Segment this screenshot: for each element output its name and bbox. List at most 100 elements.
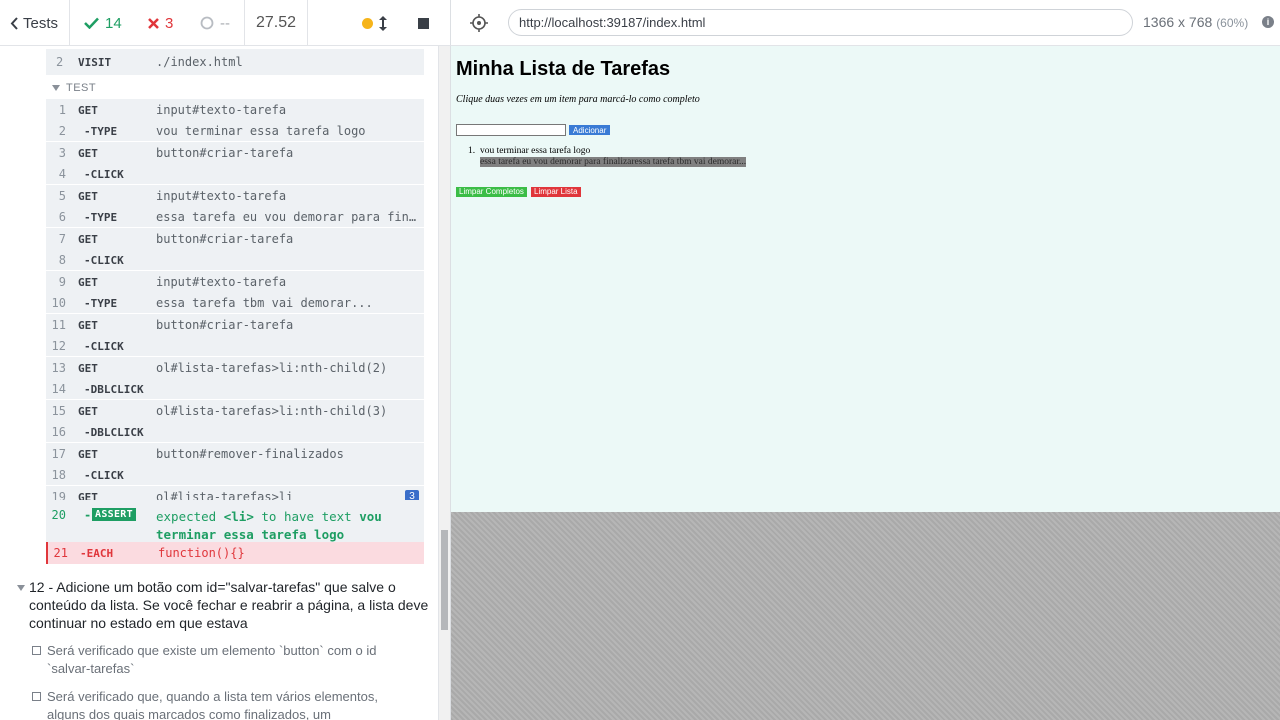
clear-completed-button[interactable]: Limpar Completos — [456, 187, 527, 197]
command-row[interactable]: 13 GET ol#lista-tarefas>li:nth-child(2) — [46, 356, 424, 379]
command-row[interactable]: 15 GET ol#lista-tarefas>li:nth-child(3) — [46, 399, 424, 422]
command-number: 16 — [51, 425, 66, 439]
command-row[interactable]: 2 -TYPE vou terminar essa tarefa logo — [46, 120, 424, 143]
tests-back-button[interactable]: Tests — [0, 0, 70, 46]
chevron-left-icon — [10, 16, 18, 30]
command-number: 9 — [58, 275, 66, 289]
command-arg: essa tarefa tbm vai demorar... — [156, 296, 373, 310]
command-number: 7 — [58, 232, 66, 246]
command-arg: button#criar-tarefa — [156, 318, 294, 332]
pending-number: -- — [220, 14, 230, 32]
command-number: 2 — [56, 55, 64, 69]
command-name: -CLICK — [84, 340, 124, 353]
assert-label: ASSERT — [92, 508, 136, 521]
command-arg: ./index.html — [156, 55, 243, 69]
passed-number: 14 — [105, 14, 122, 32]
command-row[interactable]: 6 -TYPE essa tarefa eu vou demorar para fi… — [46, 206, 424, 229]
clear-list-button[interactable]: Limpar Lista — [531, 187, 581, 197]
command-name: GET — [78, 448, 98, 461]
command-name: -EACH — [80, 547, 114, 560]
assert-message: expected <li> to have text vou terminar … — [156, 508, 421, 544]
command-row[interactable]: 2 VISIT ./index.html — [46, 49, 424, 75]
command-row[interactable]: 9 GET input#texto-tarefa — [46, 270, 424, 293]
command-number: 20 — [51, 508, 66, 522]
command-row[interactable]: 17 GET button#remover-finalizados — [46, 442, 424, 465]
command-number: 4 — [58, 167, 66, 181]
tests-label: Tests — [23, 14, 59, 32]
task-text: essa tarefa eu vou demorar para finaliza… — [480, 157, 747, 167]
page-subtitle: Clique duas vezes em um item para marcá-… — [456, 94, 700, 105]
check-item: Será verificado que, quando a lista tem … — [32, 688, 412, 720]
command-row[interactable]: 5 GET input#texto-tarefa — [46, 184, 424, 207]
url-bar[interactable]: http://localhost:39187/index.html — [508, 9, 1133, 36]
command-number: 21 — [53, 546, 68, 560]
task-item-completed[interactable]: essa tarefa eu vou demorar para finaliza… — [468, 157, 747, 168]
command-name: -TYPE — [84, 211, 118, 224]
viewport-dimensions: 1366 x 768 — [1143, 14, 1213, 30]
command-name: VISIT — [78, 56, 112, 69]
scrollbar-thumb[interactable] — [441, 530, 448, 630]
check-icon — [84, 17, 99, 29]
task-text-input[interactable] — [456, 124, 566, 136]
failed-command-row[interactable]: 21 -EACH function(){} — [46, 542, 424, 564]
spinner-icon — [200, 16, 214, 30]
command-row[interactable]: 14 -DBLCLICK — [46, 378, 424, 401]
assert-tag: <li> — [223, 509, 254, 524]
status-dot-icon — [362, 0, 373, 46]
test-label: TEST — [66, 82, 97, 94]
failed-count: 3 — [148, 0, 173, 46]
command-name: -CLICK — [84, 168, 124, 181]
command-arg: function(){} — [158, 546, 245, 560]
command-row[interactable]: 12 -CLICK — [46, 335, 424, 358]
passed-count: 14 — [84, 0, 122, 46]
assert-middle: to have text — [261, 509, 352, 524]
page-title: Minha Lista de Tarefas — [456, 58, 671, 80]
command-row[interactable]: 8 -CLICK — [46, 249, 424, 272]
command-number: 1 — [58, 103, 66, 117]
command-name: -DBLCLICK — [84, 426, 144, 439]
command-number: 18 — [51, 468, 66, 482]
vertical-arrows-icon — [379, 15, 387, 31]
suite-title[interactable]: 12 - Adicione um botão com id="salvar-ta… — [29, 578, 429, 632]
command-row[interactable]: 1 GET input#texto-tarefa — [46, 98, 424, 121]
reporter-header: Tests 14 3 -- 27.52 — [0, 0, 450, 46]
command-arg: button#criar-tarefa — [156, 232, 294, 246]
check-text: Será verificado que existe um elemento `… — [47, 643, 377, 676]
failed-number: 3 — [165, 14, 174, 32]
command-arg: input#texto-tarefa — [156, 275, 287, 289]
test-section-header[interactable]: TEST — [52, 82, 96, 94]
command-name: GET — [78, 362, 98, 375]
command-row[interactable]: 16 -DBLCLICK — [46, 421, 424, 444]
command-name: -DBLCLICK — [84, 383, 144, 396]
auto-scroll-toggle[interactable] — [379, 0, 387, 46]
command-name: -CLICK — [84, 254, 124, 267]
scrollbar[interactable] — [438, 46, 450, 720]
command-row[interactable]: 3 GET button#criar-tarefa — [46, 141, 424, 164]
command-name: GET — [78, 190, 98, 203]
command-arg: button#remover-finalizados — [156, 447, 344, 461]
command-arg: vou terminar essa tarefa logo — [156, 124, 366, 138]
dash: - — [84, 508, 92, 522]
selector-playground-button[interactable] — [469, 13, 489, 33]
caret-down-icon[interactable] — [17, 585, 25, 591]
info-icon[interactable]: i — [1262, 16, 1274, 28]
command-name: GET — [78, 147, 98, 160]
command-row[interactable]: 7 GET button#criar-tarefa — [46, 227, 424, 250]
command-number: 17 — [51, 447, 66, 461]
command-number: 15 — [51, 404, 66, 418]
command-list: 2 VISIT ./index.html TEST 1 GET input#text… — [0, 46, 438, 720]
stop-button[interactable] — [418, 0, 429, 46]
add-task-button[interactable]: Adicionar — [569, 125, 611, 135]
command-name: GET — [78, 405, 98, 418]
command-number: 11 — [51, 318, 66, 332]
assert-row[interactable]: 20 - ASSERT expected <li> to have text v… — [46, 500, 424, 542]
command-row[interactable]: 11 GET button#criar-tarefa — [46, 313, 424, 336]
command-log-panel: Tests 14 3 -- 27.52 2 VISIT ./index.html — [0, 0, 450, 720]
command-number: 6 — [58, 210, 66, 224]
task-item[interactable]: 1. vou terminar essa tarefa logo — [468, 146, 746, 157]
command-row[interactable]: 4 -CLICK — [46, 163, 424, 186]
command-row[interactable]: 10 -TYPE essa tarefa tbm vai demorar... — [46, 292, 424, 315]
command-row[interactable]: 18 -CLICK — [46, 464, 424, 487]
command-arg: ol#lista-tarefas>li:nth-child(2) — [156, 361, 388, 375]
command-number: 5 — [58, 189, 66, 203]
